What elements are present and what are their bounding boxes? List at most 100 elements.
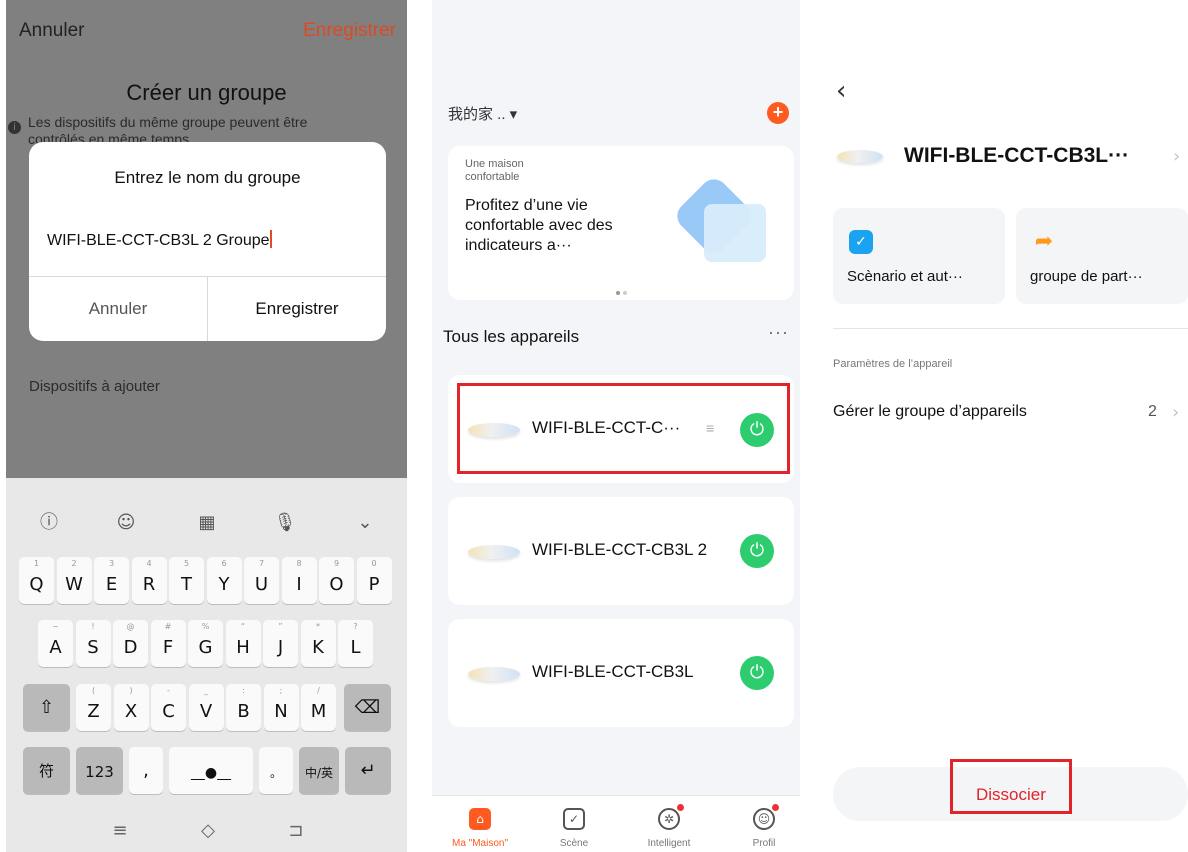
- keyboard-collapse-icon[interactable]: ⌄: [352, 510, 378, 536]
- create-group-screen: Annuler Enregistrer Créer un groupe i Le…: [6, 0, 407, 852]
- key-x[interactable]: ) X: [113, 684, 149, 731]
- key-p[interactable]: 0P: [356, 557, 392, 604]
- tab-label: Scène: [559, 838, 589, 849]
- notification-dot: [772, 804, 779, 811]
- dialog-save-button[interactable]: Enregistrer: [208, 276, 386, 341]
- divider: [833, 328, 1188, 329]
- key-i[interactable]: 8I: [281, 557, 317, 604]
- bottom-tab-bar: ⌂ Ma "Maison" ✓ Scène ✲ Intelligent ☺ Pr…: [432, 795, 800, 852]
- power-button[interactable]: ⏻: [740, 534, 774, 568]
- key-d[interactable]: @ D: [113, 620, 148, 667]
- device-name: WIFI-BLE-CCT-CB3L: [532, 662, 694, 681]
- home-icon: ⌂: [469, 808, 491, 830]
- key-r[interactable]: 4R: [131, 557, 167, 604]
- back-arrow-icon[interactable]: ‹: [836, 76, 846, 106]
- key-l[interactable]: ? L: [338, 620, 373, 667]
- key-y[interactable]: 6Y: [206, 557, 242, 604]
- save-top-button[interactable]: Enregistrer: [303, 20, 396, 42]
- ceiling-lamp-icon: [468, 667, 520, 681]
- key-s[interactable]: ! S: [75, 620, 111, 667]
- all-devices-title: Tous les appareils: [443, 327, 580, 346]
- key-k[interactable]: * K: [300, 620, 336, 667]
- home-nav-icon[interactable]: ◇: [195, 818, 221, 844]
- key-e[interactable]: 3E: [94, 557, 129, 604]
- group-description: Les dispositifs du même groupe peuvent ê…: [28, 114, 308, 144]
- key-h[interactable]: “H: [225, 620, 261, 667]
- smart-icon: ✲: [658, 808, 680, 830]
- ceiling-lamp-icon: [837, 150, 883, 163]
- group-count: 2: [1148, 403, 1157, 420]
- power-button[interactable]: ⏻: [740, 656, 774, 690]
- space-key[interactable]: ⎽●⎽: [169, 747, 253, 794]
- key-q[interactable]: 1Q: [19, 557, 54, 604]
- back-nav-icon[interactable]: ⊐: [283, 818, 309, 844]
- enter-key[interactable]: ↵: [345, 747, 391, 794]
- key-u[interactable]: 7U: [244, 557, 279, 604]
- promo-banner[interactable]: Une maison confortable Profitez d’une vi…: [448, 146, 794, 300]
- group-name-value: WIFI-BLE-CCT-CB3L 2 Groupe: [47, 232, 270, 249]
- device-title[interactable]: WIFI-BLE-CCT-CB3L···: [904, 144, 1129, 168]
- home-selector[interactable]: 我的家 .. ▾: [448, 103, 517, 124]
- key-a[interactable]: ~ A: [38, 620, 73, 667]
- key-v[interactable]: _ V: [188, 684, 224, 731]
- share-arrow-icon: ➦: [1034, 229, 1054, 254]
- highlight-box: [457, 383, 790, 474]
- manage-group-row[interactable]: Gérer le groupe d’appareils: [833, 403, 1027, 421]
- key-n[interactable]: ; N: [263, 684, 299, 731]
- key-z[interactable]: (Z: [76, 684, 111, 731]
- key-w[interactable]: 2W: [56, 557, 92, 604]
- tab-label: Profil: [752, 838, 776, 849]
- key-c[interactable]: -C: [151, 684, 186, 731]
- dialog-cancel-button[interactable]: Annuler: [29, 276, 207, 341]
- banner-subtitle: Une maison confortable: [465, 158, 524, 183]
- shift-key[interactable]: ⇧: [23, 684, 70, 731]
- house-illustration-icon: [704, 204, 766, 262]
- highlight-box: [950, 759, 1072, 814]
- chevron-right-icon: ›: [1172, 402, 1180, 423]
- period-key[interactable]: 。: [259, 747, 293, 794]
- key-b[interactable]: :B: [226, 684, 261, 731]
- device-settings-heading: Paramètres de l’appareil: [833, 358, 953, 370]
- device-card[interactable]: WIFI-BLE-CCT-CB3L 2 ⏻: [448, 497, 794, 605]
- scene-icon: ✓: [563, 808, 585, 830]
- numbers-key[interactable]: 123: [76, 747, 123, 794]
- language-switch-key[interactable]: 中/英: [299, 747, 339, 794]
- keyboard-emoji-icon[interactable]: ☺: [113, 510, 139, 536]
- carousel-dots: [616, 282, 630, 300]
- banner-text: Profitez d’une vie confortable avec des …: [465, 197, 613, 254]
- key-f[interactable]: # F: [150, 620, 186, 667]
- add-device-button[interactable]: +: [767, 102, 789, 124]
- devices-to-add-label: Dispositifs à ajouter: [29, 378, 160, 395]
- device-name: WIFI-BLE-CCT-CB3L 2: [532, 540, 708, 559]
- page-title: Créer un groupe: [126, 80, 287, 105]
- comma-key[interactable]: ,: [129, 747, 163, 794]
- group-name-dialog: Entrez le nom du groupe WIFI-BLE-CCT-CB3…: [29, 142, 386, 341]
- more-options-icon[interactable]: ···: [768, 322, 789, 343]
- device-card[interactable]: WIFI-BLE-CCT-CB3L ⏻: [448, 619, 794, 727]
- home-screen: 我的家 .. ▾ + Une maison confortable Profit…: [432, 0, 800, 852]
- group-name-input[interactable]: WIFI-BLE-CCT-CB3L 2 Groupe: [47, 230, 367, 250]
- share-group-card[interactable]: ➦ groupe de part···: [1016, 208, 1188, 304]
- card-label: Scènario et aut···: [847, 268, 963, 285]
- ceiling-lamp-icon: [468, 545, 520, 559]
- keyboard-clipboard-icon[interactable]: ▦: [194, 510, 220, 536]
- menu-nav-icon[interactable]: ≡: [107, 818, 133, 844]
- profile-icon: ☺: [753, 808, 775, 830]
- notification-dot: [677, 804, 684, 811]
- symbols-key[interactable]: 符: [23, 747, 70, 794]
- keyboard-mic-icon[interactable]: 🎙: [272, 510, 298, 536]
- key-m[interactable]: / M: [301, 684, 336, 731]
- cancel-top-button[interactable]: Annuler: [19, 20, 85, 42]
- scenario-automation-card[interactable]: ✓ Scènario et aut···: [833, 208, 1005, 304]
- tab-label: Intelligent: [647, 838, 691, 849]
- key-o[interactable]: 9O: [319, 557, 354, 604]
- key-t[interactable]: 5T: [169, 557, 204, 604]
- backspace-key[interactable]: ⌫: [344, 684, 391, 731]
- check-shield-icon: ✓: [849, 230, 873, 254]
- keyboard-shield-icon[interactable]: ⓘ: [36, 510, 62, 536]
- card-label: groupe de part···: [1030, 268, 1143, 285]
- key-j[interactable]: ” J: [263, 620, 298, 667]
- info-icon: i: [8, 121, 21, 134]
- dialog-title: Entrez le nom du groupe: [114, 168, 301, 187]
- key-g[interactable]: % G: [188, 620, 223, 667]
